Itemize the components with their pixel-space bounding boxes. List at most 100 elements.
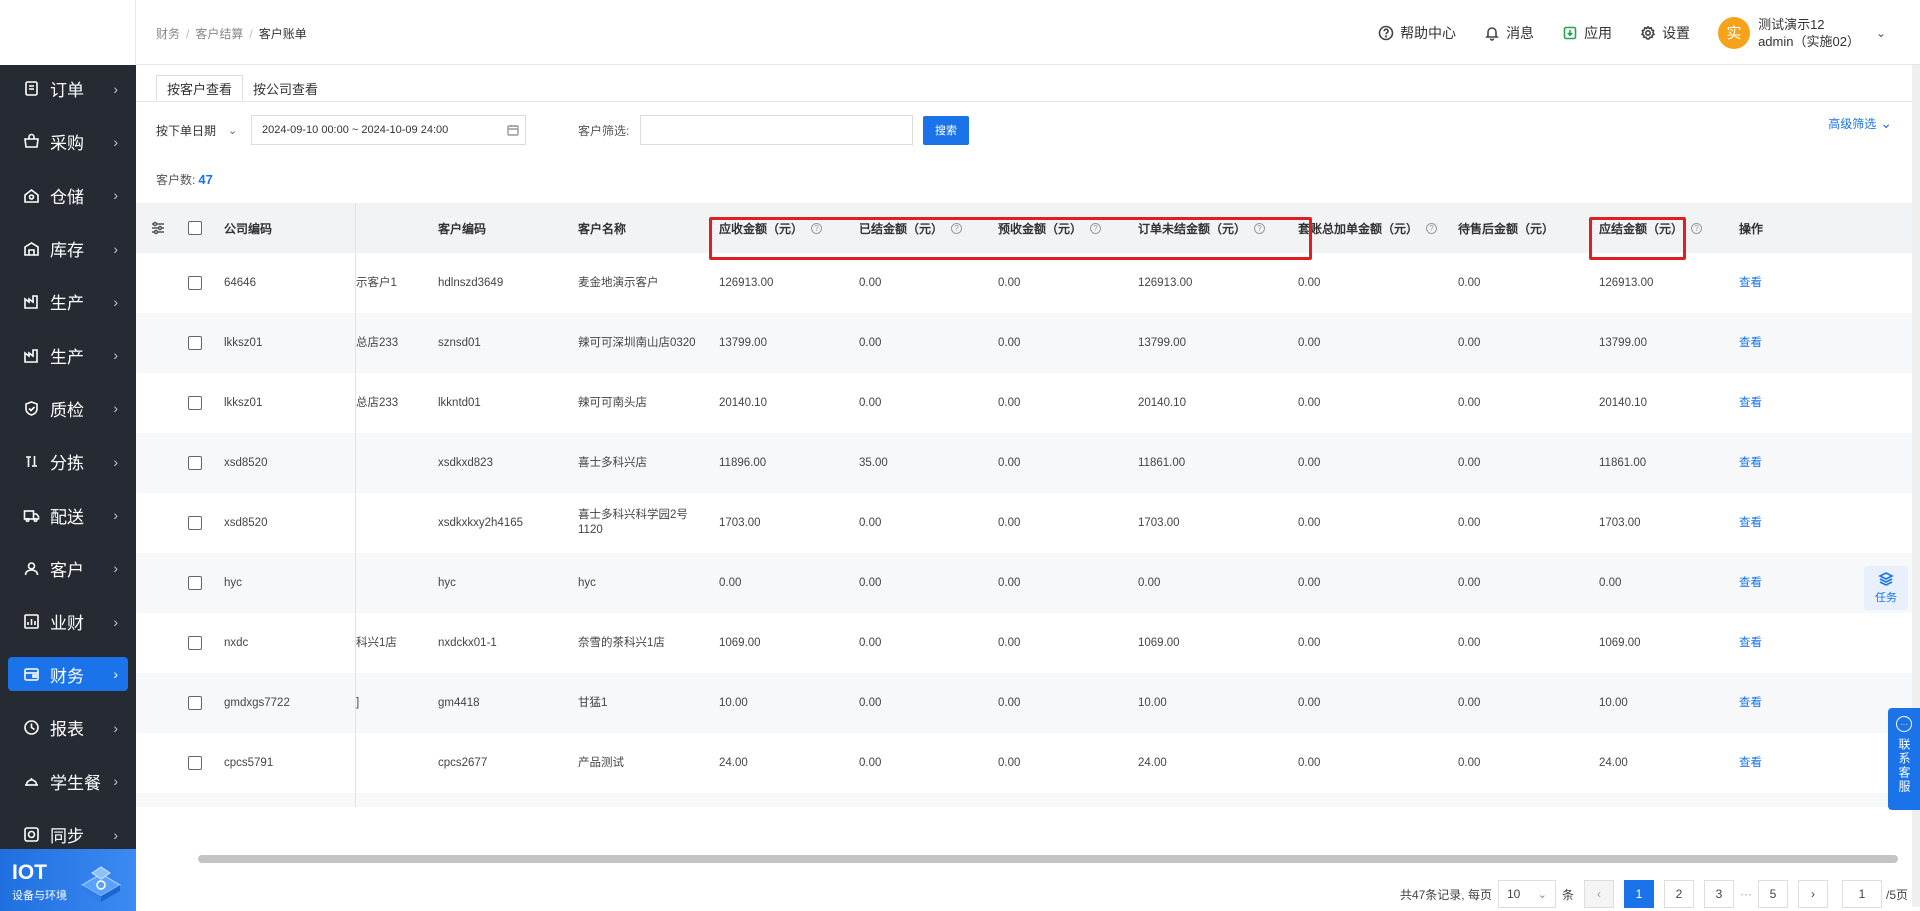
sidebar-item-finance[interactable]: 财务 › bbox=[8, 657, 128, 692]
page-size-select[interactable]: 10 ⌄ bbox=[1497, 880, 1556, 908]
sidebar-item-order[interactable]: 订单 › bbox=[0, 62, 136, 115]
select-all-checkbox[interactable] bbox=[188, 221, 202, 235]
page-button[interactable]: 1 bbox=[1623, 880, 1654, 908]
row-checkbox-cell bbox=[188, 253, 202, 313]
sidebar-item-purchase[interactable]: 采购 › bbox=[0, 115, 136, 168]
calendar-icon bbox=[507, 124, 519, 136]
view-link[interactable]: 查看 bbox=[1739, 433, 1762, 493]
header-after-sales: 待售后金额（元） bbox=[1458, 221, 1555, 236]
sidebar-item-delivery[interactable]: 配送 › bbox=[0, 488, 136, 541]
sidebar-item-report[interactable]: 报表 › bbox=[0, 701, 136, 754]
apps-button[interactable]: 应用 bbox=[1562, 23, 1612, 43]
iot-device-illustration-icon bbox=[81, 866, 121, 902]
column-settings-icon[interactable] bbox=[150, 220, 166, 236]
cell-customer-code: hyc bbox=[438, 576, 456, 589]
view-link[interactable]: 查看 bbox=[1739, 613, 1762, 673]
row-checkbox[interactable] bbox=[188, 576, 202, 590]
cell-payable: 1069.00 bbox=[1599, 636, 1641, 649]
cell-extra: 0.00 bbox=[1298, 576, 1321, 589]
view-link[interactable]: 查看 bbox=[1739, 793, 1762, 807]
row-checkbox[interactable] bbox=[188, 456, 202, 470]
page-jump-input[interactable]: 1 bbox=[1841, 880, 1882, 908]
view-link[interactable]: 查看 bbox=[1739, 673, 1762, 733]
sidebar-item-production[interactable]: 生产 › bbox=[0, 275, 136, 328]
iot-banner[interactable]: IOT 设备与环境 bbox=[0, 849, 136, 911]
sidebar-item-quality[interactable]: 质检 › bbox=[0, 382, 136, 435]
cell-prepaid: 0.00 bbox=[998, 336, 1021, 349]
sidebar-item-warehouse[interactable]: 仓储 › bbox=[0, 169, 136, 222]
page-button[interactable]: 2 bbox=[1663, 880, 1694, 908]
row-checkbox[interactable] bbox=[188, 276, 202, 290]
cell-payable: 11861.00 bbox=[1599, 456, 1647, 469]
breadcrumb-item[interactable]: 客户结算 bbox=[195, 27, 243, 41]
help-center-button[interactable]: 帮助中心 bbox=[1378, 23, 1456, 43]
sidebar-item-sorting[interactable]: 分拣 › bbox=[0, 435, 136, 488]
customer-filter-input[interactable] bbox=[640, 115, 913, 145]
cell-company-code: 64646 bbox=[224, 276, 256, 289]
row-checkbox[interactable] bbox=[188, 336, 202, 350]
customer-bill-table: 公司编码 客户编码 客户名称 应收金额（元）? 已结金额（元）? 预收金额（元）… bbox=[136, 203, 1920, 807]
cell-payable: 24.00 bbox=[1599, 756, 1628, 769]
cell-receivable: 20140.10 bbox=[719, 396, 767, 409]
next-page-button[interactable]: › bbox=[1797, 880, 1828, 908]
user-menu[interactable]: 实 测试演示12 admin（实施02） ⌄ bbox=[1718, 16, 1886, 50]
row-checkbox[interactable] bbox=[188, 756, 202, 770]
sidebar-item-label: 客户 bbox=[50, 560, 84, 580]
view-link[interactable]: 查看 bbox=[1739, 313, 1762, 373]
chevron-right-icon: › bbox=[113, 560, 118, 577]
cell-extra: 0.00 bbox=[1298, 636, 1321, 649]
sidebar-item-inventory[interactable]: 库存 › bbox=[0, 222, 136, 275]
customer-service-button[interactable]: ··· 联系客服 bbox=[1888, 708, 1920, 810]
task-float-button[interactable]: 任务 bbox=[1864, 566, 1908, 610]
cell-extra: 0.00 bbox=[1298, 516, 1321, 529]
sync-icon bbox=[22, 826, 40, 844]
cell-prepaid: 0.00 bbox=[998, 636, 1021, 649]
breadcrumb-separator: / bbox=[249, 27, 253, 41]
advanced-filter-toggle[interactable]: 高级筛选 ⌄ bbox=[1828, 115, 1892, 132]
settings-label: 设置 bbox=[1662, 24, 1691, 41]
page-button[interactable]: 5 bbox=[1757, 880, 1788, 908]
header-customer-code: 客户编码 bbox=[438, 221, 487, 236]
messages-button[interactable]: 消息 bbox=[1484, 23, 1534, 43]
view-link[interactable]: 查看 bbox=[1739, 373, 1762, 433]
cell-company-name: 总店233 bbox=[356, 396, 399, 409]
chevron-right-icon: › bbox=[113, 187, 118, 204]
view-link[interactable]: 查看 bbox=[1739, 253, 1762, 313]
prev-page-button[interactable]: ‹ bbox=[1583, 880, 1614, 908]
date-range-picker[interactable]: 2024-09-10 00:00 ~ 2024-10-09 24:00 bbox=[251, 115, 526, 145]
sidebar-item-production[interactable]: 生产 › bbox=[0, 328, 136, 381]
production-icon bbox=[22, 293, 40, 311]
messages-label: 消息 bbox=[1506, 24, 1535, 41]
view-link[interactable]: 查看 bbox=[1739, 553, 1762, 613]
cell-unsettled: 10.00 bbox=[1138, 696, 1167, 709]
cell-unsettled: 1703.00 bbox=[1138, 516, 1180, 529]
cell-customer-name: 甘猛1 bbox=[578, 696, 608, 709]
help-circle-icon[interactable]: ? bbox=[1691, 222, 1703, 234]
horizontal-scrollbar[interactable] bbox=[198, 855, 1898, 863]
apps-label: 应用 bbox=[1584, 24, 1613, 41]
row-checkbox[interactable] bbox=[188, 696, 202, 710]
cell-receivable: 1069.00 bbox=[719, 636, 761, 649]
cell-settled: 0.00 bbox=[859, 756, 882, 769]
tab-by-company[interactable]: 按公司查看 bbox=[243, 75, 328, 101]
cell-company-code: hyc bbox=[224, 576, 242, 589]
settings-button[interactable]: 设置 bbox=[1640, 23, 1690, 43]
page-button[interactable]: 3 bbox=[1703, 880, 1734, 908]
order-icon bbox=[22, 80, 40, 98]
tab-by-customer[interactable]: 按客户查看 bbox=[156, 75, 244, 101]
date-type-select[interactable]: 按下单日期 ⌄ bbox=[156, 122, 251, 139]
help-circle-icon[interactable]: ? bbox=[1426, 222, 1438, 234]
page-size-value: 10 bbox=[1506, 887, 1521, 901]
view-link[interactable]: 查看 bbox=[1739, 493, 1762, 553]
sidebar-item-business-finance[interactable]: 业财 › bbox=[0, 595, 136, 648]
cell-after-sales: 0.00 bbox=[1458, 456, 1481, 469]
chevron-right-icon: › bbox=[113, 347, 118, 364]
breadcrumb-item[interactable]: 财务 bbox=[156, 27, 180, 41]
search-button[interactable]: 搜索 bbox=[923, 115, 969, 145]
sidebar-item-student-meal[interactable]: 学生餐 › bbox=[0, 755, 136, 808]
view-link[interactable]: 查看 bbox=[1739, 733, 1762, 793]
row-checkbox[interactable] bbox=[188, 636, 202, 650]
row-checkbox[interactable] bbox=[188, 396, 202, 410]
sidebar-item-customer[interactable]: 客户 › bbox=[0, 542, 136, 595]
row-checkbox[interactable] bbox=[188, 516, 202, 530]
